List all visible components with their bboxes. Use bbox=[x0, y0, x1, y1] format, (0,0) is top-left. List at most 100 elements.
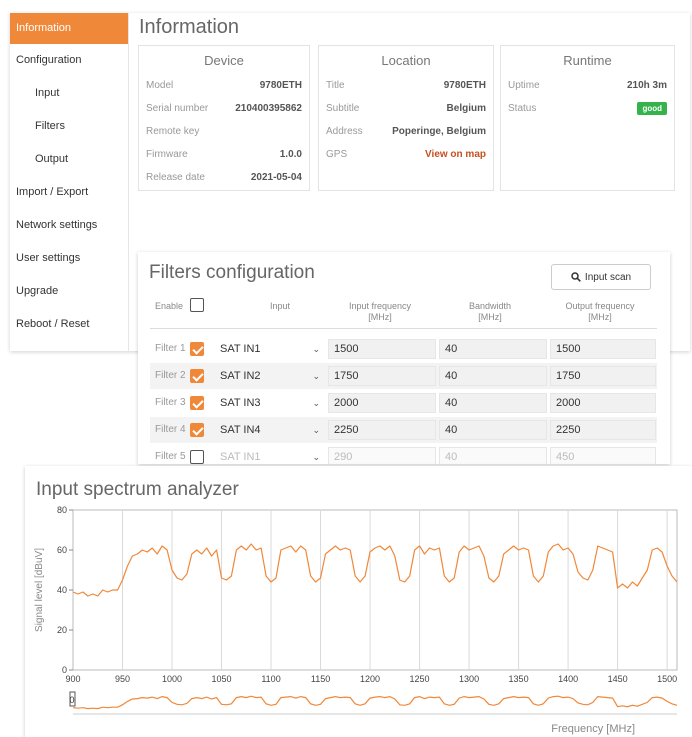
x-tick-label: 1100 bbox=[261, 674, 280, 684]
y-tick-label: 40 bbox=[57, 585, 67, 595]
filters-table-header: Enable Input Input frequency [MHz] Bandw… bbox=[150, 296, 657, 329]
filter-enable-checkbox[interactable] bbox=[190, 369, 204, 383]
chevron-down-icon: ⌄ bbox=[312, 398, 320, 408]
bandwidth-field[interactable]: 40 bbox=[439, 420, 547, 440]
input-frequency-field[interactable]: 1500 bbox=[328, 339, 436, 359]
input-frequency-field[interactable]: 2000 bbox=[328, 393, 436, 413]
device-row: Firmware 1.0.0 bbox=[139, 143, 309, 166]
x-axis-label: Frequency [MHz] bbox=[551, 723, 635, 735]
location-heading: Location bbox=[381, 53, 431, 68]
spectrum-window: Input spectrum analyzer 900 950 1000 1050 11… bbox=[25, 466, 692, 737]
x-tick-label: 1400 bbox=[558, 674, 578, 684]
input-scan-button[interactable]: Input scan bbox=[551, 264, 651, 290]
filter-input-value: SAT IN2 bbox=[220, 370, 261, 382]
output-frequency-header: Output frequency bbox=[565, 301, 635, 311]
navigator-label: 0 bbox=[69, 695, 74, 705]
x-tick-label: 950 bbox=[115, 674, 130, 684]
bandwidth-field[interactable]: 40 bbox=[439, 393, 547, 413]
output-frequency-field[interactable]: 1750 bbox=[550, 366, 656, 386]
bandwidth-header: Bandwidth bbox=[468, 301, 512, 311]
sidebar-item-import-export[interactable]: Import / Export bbox=[10, 176, 128, 209]
bandwidth-field[interactable]: 40 bbox=[439, 339, 547, 359]
sidebar: Information Configuration Input Filters Outp… bbox=[10, 13, 129, 351]
filter-input-value: SAT IN1 bbox=[220, 451, 261, 463]
filter-row: Filter 1 SAT IN1 ⌄ 1500 40 1500 bbox=[150, 336, 657, 362]
x-tick-label: 1250 bbox=[410, 674, 430, 684]
enable-header: Enable bbox=[155, 301, 184, 311]
filter-row: Filter 2 SAT IN2 ⌄ 1750 40 1750 bbox=[150, 363, 657, 389]
sidebar-item-reboot-reset[interactable]: Reboot / Reset bbox=[10, 308, 128, 341]
filter-enable-checkbox[interactable] bbox=[190, 396, 204, 410]
filter-label: Filter 1 bbox=[155, 343, 186, 354]
enable-all-checkbox[interactable] bbox=[190, 298, 204, 312]
location-card: Location Title 9780ETH Subtitle Belgium Addr… bbox=[318, 45, 494, 191]
bandwidth-field[interactable]: 40 bbox=[439, 447, 547, 464]
input-frequency-field[interactable]: 2250 bbox=[328, 420, 436, 440]
view-on-map-link[interactable]: View on map bbox=[425, 149, 486, 160]
device-row-label: Remote key bbox=[146, 126, 200, 137]
input-scan-label: Input scan bbox=[584, 271, 632, 283]
filter-input-value: SAT IN1 bbox=[220, 343, 261, 355]
device-heading: Device bbox=[204, 53, 244, 68]
filter-input-select[interactable]: SAT IN3 ⌄ bbox=[216, 393, 326, 413]
x-tick-label: 1300 bbox=[459, 674, 479, 684]
navigator-series-line bbox=[72, 695, 678, 710]
filter-enable-checkbox[interactable] bbox=[190, 342, 204, 356]
input-header: Input bbox=[269, 301, 291, 311]
x-tick-label: 1200 bbox=[360, 674, 380, 684]
sidebar-item-upgrade[interactable]: Upgrade bbox=[10, 275, 128, 308]
input-frequency-unit: [MHz] bbox=[368, 312, 392, 322]
runtime-row: Status good bbox=[501, 97, 674, 120]
location-row: Address Poperinge, Belgium bbox=[319, 120, 493, 143]
y-axis-label: Signal level [dBuV] bbox=[34, 548, 45, 632]
filter-enable-checkbox[interactable] bbox=[190, 450, 204, 464]
location-row-label: GPS bbox=[326, 149, 348, 160]
input-frequency-field[interactable]: 1750 bbox=[328, 366, 436, 386]
x-tick-label: 1500 bbox=[657, 674, 677, 684]
sidebar-item-output[interactable]: Output bbox=[10, 143, 128, 176]
filter-enable-checkbox[interactable] bbox=[190, 423, 204, 437]
sidebar-item-network-settings[interactable]: Network settings bbox=[10, 209, 128, 242]
filter-input-value: SAT IN3 bbox=[220, 397, 261, 409]
device-row-value: 1.0.0 bbox=[279, 149, 302, 160]
filter-row: Filter 3 SAT IN3 ⌄ 2000 40 2000 bbox=[150, 390, 657, 416]
runtime-card: Runtime Uptime 210h 3m Status good bbox=[500, 45, 675, 191]
runtime-heading: Runtime bbox=[563, 53, 612, 68]
chevron-down-icon: ⌄ bbox=[312, 371, 320, 381]
output-frequency-field[interactable]: 450 bbox=[550, 447, 656, 464]
location-row-label: Address bbox=[326, 126, 363, 137]
location-row-value: Belgium bbox=[446, 103, 486, 114]
filter-input-select[interactable]: SAT IN4 ⌄ bbox=[216, 420, 326, 440]
output-frequency-field[interactable]: 2000 bbox=[550, 393, 656, 413]
runtime-row-label: Status bbox=[508, 103, 537, 114]
output-frequency-field[interactable]: 1500 bbox=[550, 339, 656, 359]
output-frequency-unit: [MHz] bbox=[588, 312, 612, 322]
bandwidth-field[interactable]: 40 bbox=[439, 366, 547, 386]
filter-input-select[interactable]: SAT IN1 ⌄ bbox=[216, 447, 326, 464]
location-row: Title 9780ETH bbox=[319, 74, 493, 97]
device-row: Release date 2021-05-04 bbox=[139, 166, 309, 189]
sidebar-item-information[interactable]: Information bbox=[10, 13, 128, 44]
x-tick-label: 1000 bbox=[162, 674, 182, 684]
y-tick-label: 60 bbox=[57, 545, 67, 555]
filter-input-select[interactable]: SAT IN1 ⌄ bbox=[216, 339, 326, 359]
filter-label: Filter 5 bbox=[155, 451, 186, 462]
runtime-row-value: 210h 3m bbox=[626, 80, 667, 91]
device-row-label: Firmware bbox=[146, 149, 188, 160]
input-frequency-field[interactable]: 290 bbox=[328, 447, 436, 464]
device-row: Remote key bbox=[139, 120, 309, 143]
location-row: Subtitle Belgium bbox=[319, 97, 493, 120]
y-tick-label: 80 bbox=[57, 505, 67, 515]
location-row-label: Subtitle bbox=[326, 103, 360, 114]
filters-window: Filters configuration Input scan Enable … bbox=[138, 252, 670, 464]
output-frequency-field[interactable]: 2250 bbox=[550, 420, 656, 440]
sidebar-item-user-settings[interactable]: User settings bbox=[10, 242, 128, 275]
sidebar-item-configuration[interactable]: Configuration bbox=[10, 44, 128, 77]
plot-area bbox=[72, 509, 678, 671]
filter-input-select[interactable]: SAT IN2 ⌄ bbox=[216, 366, 326, 386]
filter-row: Filter 5 SAT IN1 ⌄ 290 40 450 bbox=[150, 444, 657, 464]
device-row-label: Release date bbox=[146, 172, 205, 183]
sidebar-item-input[interactable]: Input bbox=[10, 77, 128, 110]
sidebar-item-filters[interactable]: Filters bbox=[10, 110, 128, 143]
filters-title: Filters configuration bbox=[149, 262, 315, 283]
